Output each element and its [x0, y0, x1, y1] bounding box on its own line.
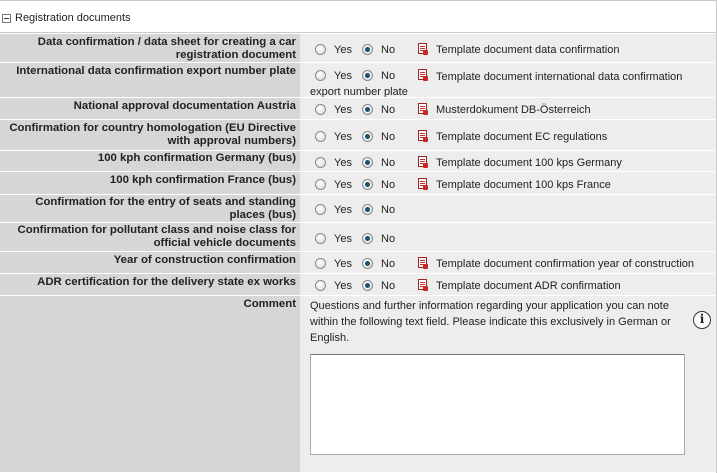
pdf-document-icon[interactable] — [418, 279, 428, 291]
no-radio[interactable] — [362, 44, 373, 55]
yes-label[interactable]: Yes — [334, 179, 352, 191]
yes-radio[interactable] — [315, 131, 326, 142]
template-document-link[interactable]: Template document international data con… — [310, 70, 714, 100]
yes-radio[interactable] — [315, 157, 326, 168]
template-document-link[interactable]: Template document confirmation year of c… — [436, 257, 694, 272]
pdf-document-icon[interactable] — [418, 257, 428, 269]
row-label: International data confirmation export n… — [16, 65, 296, 77]
no-radio[interactable] — [362, 104, 373, 115]
no-radio[interactable] — [362, 233, 373, 244]
row-label: Year of construction confirmation — [113, 254, 296, 266]
no-label[interactable]: No — [381, 233, 395, 245]
no-label[interactable]: No — [381, 179, 395, 191]
row-label: Data confirmation / data sheet for creat… — [37, 36, 296, 61]
yes-radio[interactable] — [315, 233, 326, 244]
row-separator — [0, 194, 716, 195]
pdf-document-icon[interactable] — [418, 156, 428, 168]
row-label: 100 kph confirmation Germany (bus) — [97, 152, 296, 164]
yes-radio[interactable] — [315, 179, 326, 190]
yes-label[interactable]: Yes — [334, 44, 352, 56]
pdf-document-icon[interactable] — [418, 103, 428, 115]
no-label[interactable]: No — [381, 104, 395, 116]
pdf-document-icon[interactable] — [418, 178, 428, 190]
row-label: Confirmation for the entry of seats and … — [35, 196, 296, 221]
row-separator — [0, 295, 716, 296]
yes-radio[interactable] — [315, 44, 326, 55]
yes-label[interactable]: Yes — [334, 204, 352, 216]
no-label[interactable]: No — [381, 44, 395, 56]
yes-radio[interactable] — [315, 280, 326, 291]
row-label: Confirmation for pollutant class and noi… — [17, 224, 296, 249]
template-document-link[interactable]: Template document EC regulations — [436, 130, 607, 145]
template-document-link[interactable]: Template document 100 kps Germany — [436, 156, 622, 171]
comment-textarea[interactable] — [310, 354, 685, 455]
no-label[interactable]: No — [381, 204, 395, 216]
no-label[interactable]: No — [381, 280, 395, 292]
yes-label[interactable]: Yes — [334, 157, 352, 169]
row-label: Confirmation for country homologation (E… — [9, 122, 296, 147]
registration-documents-panel: Registration documents Data confirmation… — [0, 0, 717, 473]
yes-radio[interactable] — [315, 258, 326, 269]
collapse-minus-icon[interactable] — [2, 14, 11, 23]
row-separator — [0, 273, 716, 274]
no-radio[interactable] — [362, 179, 373, 190]
row-separator — [0, 62, 716, 63]
template-document-link[interactable]: Template document ADR confirmation — [436, 279, 621, 294]
no-label[interactable]: No — [381, 131, 395, 143]
info-icon[interactable]: i — [693, 311, 711, 329]
template-document-link[interactable]: Template document data confirmation — [436, 43, 619, 58]
yes-radio[interactable] — [315, 204, 326, 215]
comment-label: Comment — [243, 298, 296, 310]
section-header: Registration documents — [0, 0, 716, 33]
row-separator — [0, 171, 716, 172]
no-radio[interactable] — [362, 204, 373, 215]
row-label: 100 kph confirmation France (bus) — [109, 174, 296, 186]
yes-label[interactable]: Yes — [334, 233, 352, 245]
yes-label[interactable]: Yes — [334, 280, 352, 292]
no-radio[interactable] — [362, 280, 373, 291]
no-radio[interactable] — [362, 131, 373, 142]
row-separator — [0, 251, 716, 252]
pdf-document-icon[interactable] — [418, 130, 428, 142]
row-separator — [0, 150, 716, 151]
yes-radio[interactable] — [315, 104, 326, 115]
no-label[interactable]: No — [381, 258, 395, 270]
template-document-link[interactable]: Template document 100 kps France — [436, 178, 611, 193]
row-separator — [0, 119, 716, 120]
no-label[interactable]: No — [381, 157, 395, 169]
pdf-document-icon[interactable] — [418, 43, 428, 55]
comment-instructions: Questions and further information regard… — [310, 300, 671, 344]
row-label: National approval documentation Austria — [73, 100, 296, 112]
yes-label[interactable]: Yes — [334, 258, 352, 270]
no-radio[interactable] — [362, 258, 373, 269]
yes-label[interactable]: Yes — [334, 131, 352, 143]
section-title: Registration documents — [15, 12, 131, 24]
no-radio[interactable] — [362, 157, 373, 168]
row-separator — [0, 222, 716, 223]
template-document-link[interactable]: Musterdokument DB-Österreich — [436, 103, 591, 118]
row-label: ADR certification for the delivery state… — [37, 276, 296, 288]
row-separator — [0, 97, 716, 98]
yes-label[interactable]: Yes — [334, 104, 352, 116]
